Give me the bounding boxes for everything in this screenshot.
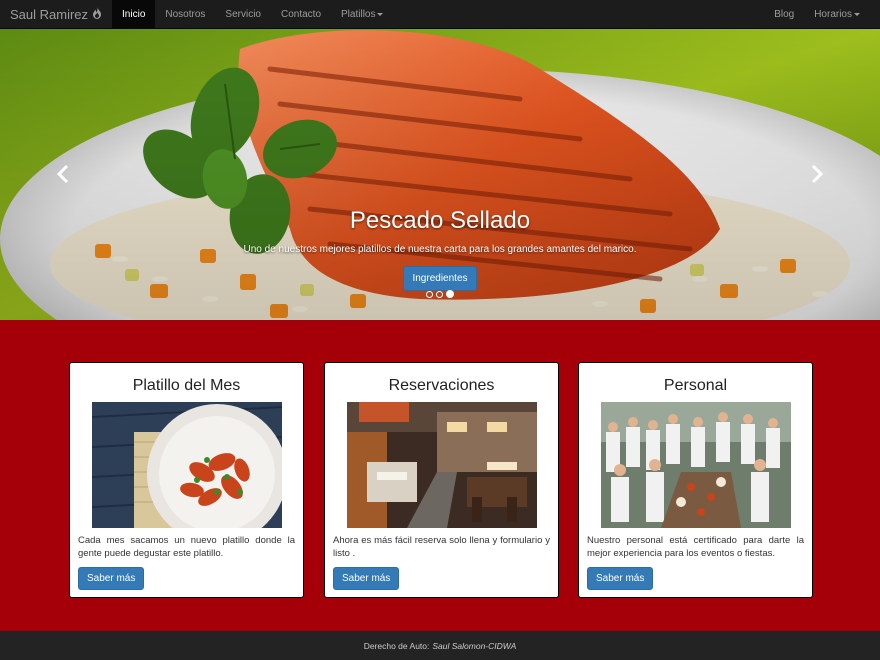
nav-label: Horarios (814, 8, 852, 20)
brand-name: Saul Ramirez (10, 6, 89, 22)
card-title: Platillo del Mes (132, 377, 241, 394)
saber-mas-button[interactable]: Saber más (333, 567, 400, 590)
footer-author: Saul Salomon-CIDWA (432, 640, 517, 651)
navbar: Saul Ramirez Inicio Nosotros Servicio Co… (0, 0, 880, 29)
nav-label: Inicio (122, 8, 146, 20)
nav-item-contacto[interactable]: Contacto (271, 0, 331, 29)
nav-item-inicio[interactable]: Inicio (112, 0, 156, 29)
carousel-indicators (0, 290, 880, 298)
slide-subtitle: Uno de nuestros mejores platillos de nue… (243, 244, 637, 255)
carousel-indicator-1[interactable] (426, 291, 433, 298)
footer-prefix: Derecho de Auto: (363, 640, 430, 651)
restaurant-interior-photo (346, 402, 537, 528)
staff-photo (600, 402, 791, 528)
carousel-next-control[interactable] (810, 164, 824, 190)
chevron-left-icon (56, 164, 69, 184)
hero-carousel: Pescado Sellado Uno de nuestros mejores … (0, 29, 880, 320)
card-text: Ahora es más fácil reserva solo llena y … (333, 535, 550, 559)
nav-item-platillos-dropdown[interactable]: Platillos (331, 0, 393, 29)
nav-item-horarios-dropdown[interactable]: Horarios (804, 0, 870, 29)
card-title: Reservaciones (388, 377, 495, 394)
caret-down-icon (854, 12, 860, 16)
saber-mas-button[interactable]: Saber más (78, 567, 145, 590)
main-nav: Inicio Nosotros Servicio Contacto Platil… (112, 0, 393, 29)
carousel-indicator-3[interactable] (446, 290, 454, 298)
caret-down-icon (377, 12, 384, 16)
brand-link[interactable]: Saul Ramirez (0, 0, 112, 29)
carousel-caption: Pescado Sellado Uno de nuestros mejores … (0, 207, 880, 291)
card-text: Cada mes sacamos un nuevo platillo donde… (78, 535, 295, 559)
footer: Derecho de Auto: Saul Salomon-CIDWA (0, 631, 880, 660)
card-personal: Personal Nuestro personal está certifica… (578, 362, 813, 598)
nav-label: Servicio (225, 8, 261, 20)
nav-item-blog[interactable]: Blog (764, 0, 804, 29)
flame-icon (92, 6, 102, 22)
ingredientes-button[interactable]: Ingredientes (403, 266, 477, 291)
carousel-indicator-2[interactable] (436, 291, 443, 298)
nav-label: Contacto (280, 8, 322, 20)
card-reservaciones: Reservaciones Ahora es más fácil reserva… (324, 362, 559, 598)
nav-label: Nosotros (165, 8, 206, 20)
card-text: Nuestro personal está certificado para d… (587, 535, 804, 559)
nav-label: Blog (774, 8, 795, 20)
right-nav: Blog Horarios (764, 0, 880, 29)
nav-item-nosotros[interactable]: Nosotros (155, 0, 215, 29)
carousel-prev-control[interactable] (56, 164, 70, 190)
card-title: Personal (663, 377, 728, 394)
nav-item-servicio[interactable]: Servicio (215, 0, 271, 29)
card-platillo-del-mes: Platillo del Mes Cada mes sacamos un nue… (69, 362, 304, 598)
slide-title: Pescado Sellado (349, 207, 531, 234)
nav-label: Platillos (341, 8, 376, 20)
chevron-right-icon (811, 164, 824, 184)
saber-mas-button[interactable]: Saber más (587, 567, 654, 590)
dish-photo (91, 402, 282, 528)
